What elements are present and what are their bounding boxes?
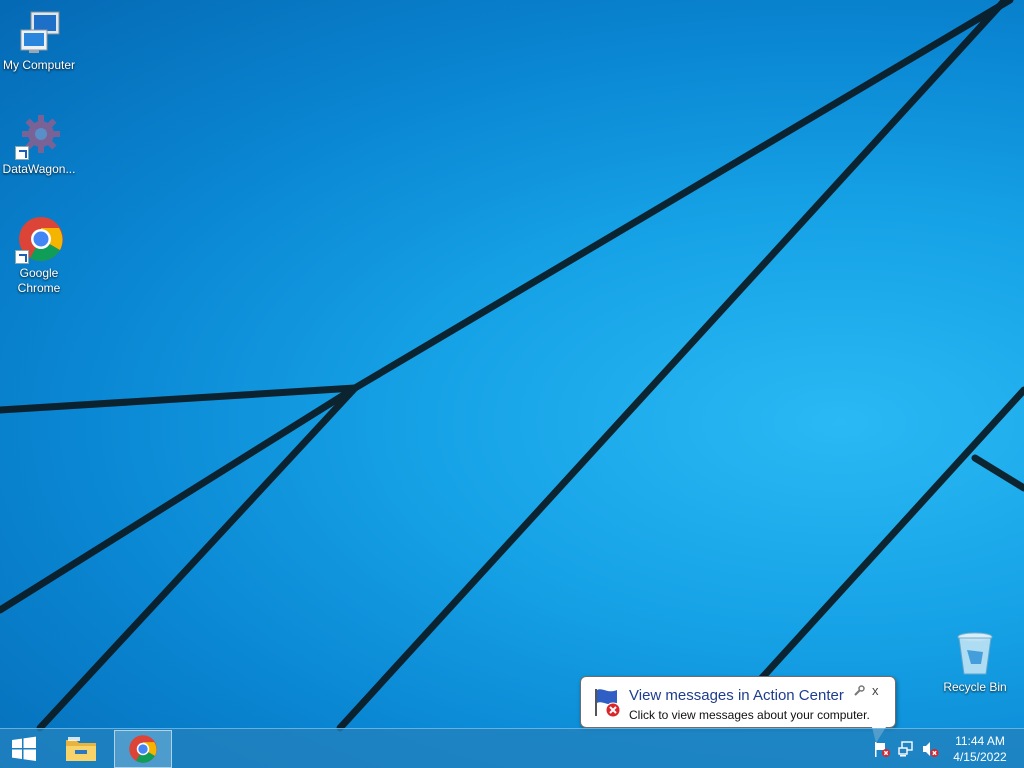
taskbar — [0, 728, 1024, 768]
desktop-icon-label: Recycle Bin — [943, 680, 1007, 694]
file-explorer-button[interactable] — [57, 730, 105, 768]
notification-title: View messages in Action Center — [629, 687, 844, 704]
wrench-icon[interactable] — [853, 684, 865, 696]
volume-muted-icon[interactable] — [921, 740, 939, 758]
start-button[interactable] — [0, 730, 48, 768]
datawagon-gear-icon — [15, 112, 63, 160]
action-center-flag-icon — [591, 686, 623, 723]
folder-icon — [66, 737, 96, 761]
desktop-icon-recycle-bin[interactable]: Recycle Bin — [937, 630, 1013, 695]
windows-logo-icon — [12, 736, 36, 761]
network-icon[interactable] — [897, 740, 915, 758]
clock-date: 4/15/2022 — [953, 750, 1007, 764]
taskbar-clock[interactable]: 11:44 AM 4/15/2022 — [940, 733, 1020, 765]
desktop[interactable]: My Computer DataWagon... Google Chrome R… — [0, 0, 1024, 768]
notification-body: Click to view messages about your comput… — [629, 708, 870, 722]
desktop-icon-label: My Computer — [2, 58, 76, 72]
clock-time: 11:44 AM — [955, 734, 1005, 748]
wallpaper-lines — [0, 0, 1024, 732]
close-icon[interactable]: x — [872, 683, 879, 698]
flag-error-icon[interactable] — [873, 740, 891, 758]
computer-icon — [15, 8, 63, 56]
shortcut-arrow-icon — [15, 146, 29, 160]
chrome-icon — [15, 216, 63, 264]
chrome-taskbar-button[interactable] — [114, 730, 172, 768]
chrome-icon — [129, 735, 157, 763]
desktop-icon-my-computer[interactable]: My Computer — [1, 8, 77, 73]
shortcut-arrow-icon — [15, 250, 29, 264]
desktop-icon-label: DataWagon... — [2, 162, 76, 176]
desktop-icon-label: Google Chrome — [17, 266, 61, 295]
desktop-icon-google-chrome[interactable]: Google Chrome — [1, 216, 77, 296]
recycle-bin-icon — [951, 630, 999, 678]
action-center-notification[interactable]: View messages in Action Center Click to … — [580, 676, 896, 728]
desktop-icon-datawagon[interactable]: DataWagon... — [1, 112, 77, 177]
